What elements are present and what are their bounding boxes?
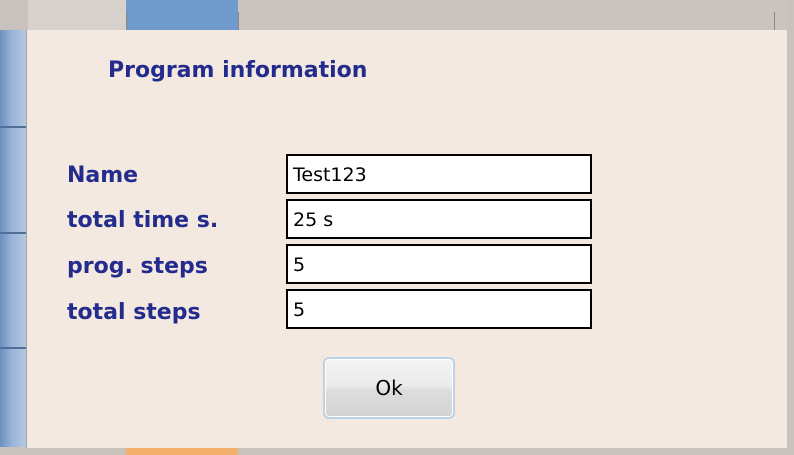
background-window-left-edge (0, 0, 28, 455)
ok-button[interactable]: Ok (323, 357, 455, 419)
background-tab (238, 0, 794, 30)
background-window-right-edge (786, 0, 794, 455)
total-steps-label: total steps (67, 300, 201, 325)
background-divider (0, 232, 28, 234)
name-field[interactable]: Test123 (286, 154, 592, 194)
ok-button-label: Ok (375, 376, 403, 400)
name-label: Name (67, 163, 139, 188)
dialog-title: Program information (108, 58, 368, 83)
background-window-top-edge (0, 0, 794, 30)
total-time-field[interactable]: 25 s (286, 199, 592, 239)
total-steps-field[interactable]: 5 (286, 289, 592, 329)
background-divider (774, 12, 775, 30)
program-steps-label: prog. steps (67, 254, 208, 279)
background-tab (28, 0, 126, 30)
background-divider (0, 347, 28, 349)
background-divider (126, 12, 127, 30)
background-window-bottom-edge (0, 447, 794, 455)
background-divider (238, 12, 239, 30)
background-divider (0, 126, 28, 128)
program-information-dialog: Program information Name Test123 total t… (26, 30, 787, 448)
background-tab-accent (126, 447, 238, 455)
background-tab-active (126, 0, 238, 30)
total-time-label: total time s. (67, 208, 219, 233)
program-steps-field[interactable]: 5 (286, 244, 592, 284)
